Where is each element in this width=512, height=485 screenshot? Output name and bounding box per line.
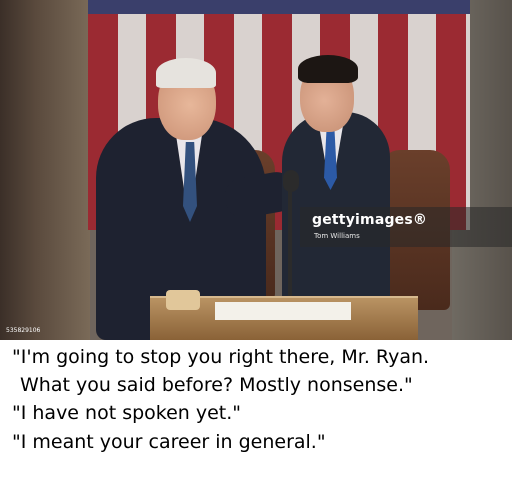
- caption-line: "I'm going to stop you right there, Mr. …: [12, 346, 430, 368]
- podium-papers: [215, 302, 351, 320]
- meme-photo: gettyimages® Tom Williams 535829106: [0, 0, 512, 340]
- watermark-credit: Tom Williams: [314, 232, 360, 240]
- caption-line: What you said before? Mostly nonsense.": [20, 374, 413, 396]
- caption-line: "I have not spoken yet.": [12, 402, 242, 424]
- flag-canton: [88, 0, 470, 14]
- getty-watermark: gettyimages® Tom Williams: [300, 207, 512, 247]
- marble-wall: [0, 0, 90, 340]
- gavel-block: [166, 290, 200, 310]
- left-man-hair: [156, 58, 216, 88]
- watermark-brand: gettyimages®: [312, 212, 428, 228]
- caption-line: "I meant your career in general.": [12, 431, 326, 453]
- meme-caption: "I'm going to stop you right there, Mr. …: [0, 340, 512, 485]
- right-man-hair: [298, 55, 358, 83]
- image-id: 535829106: [6, 327, 41, 334]
